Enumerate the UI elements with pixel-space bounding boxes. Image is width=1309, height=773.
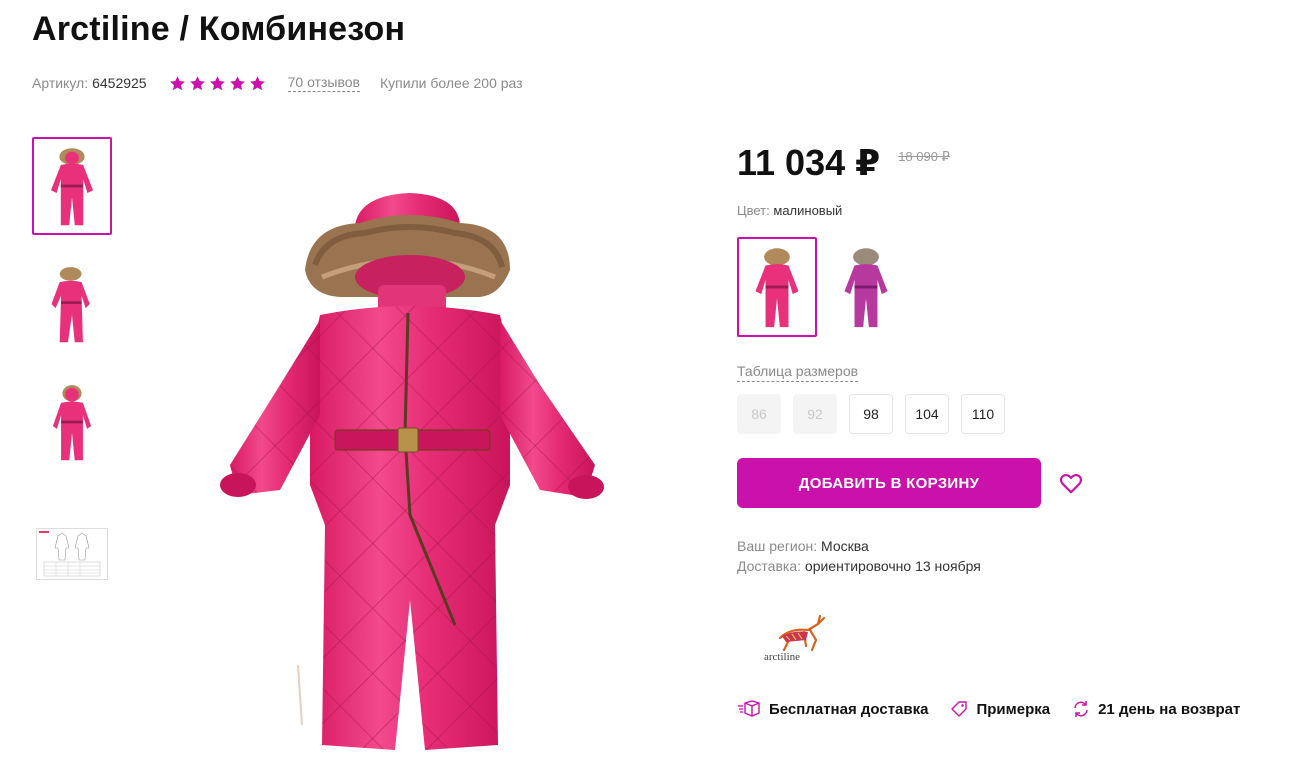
sku-label: Артикул: <box>32 75 89 91</box>
thumbnail-size-chart[interactable] <box>32 505 112 603</box>
delivery-info: Доставка: ориентировочно 13 ноября <box>737 558 981 574</box>
region-value[interactable]: Москва <box>821 538 869 554</box>
region-label: Ваш регион: <box>737 538 818 554</box>
rating-stars <box>169 75 266 92</box>
tag-icon <box>951 701 968 717</box>
heart-icon[interactable] <box>1058 470 1084 496</box>
reviews-link[interactable]: 70 отзывов <box>287 74 360 92</box>
add-to-cart-button[interactable]: ДОБАВИТЬ В КОРЗИНУ <box>737 458 1041 508</box>
jumpsuit-thumbnail-image <box>52 385 92 461</box>
size-option-86: 86 <box>737 394 781 434</box>
jumpsuit-swatch-image <box>755 248 799 328</box>
product-main-image[interactable] <box>210 185 610 755</box>
thumbnail-side[interactable] <box>32 255 112 353</box>
current-price: 11 034 ₽ <box>737 142 881 183</box>
feature-free-delivery: Бесплатная доставка <box>737 700 928 718</box>
product-meta: Артикул: 6452925 70 отзывов Купили более… <box>32 74 523 92</box>
size-selector: 86 92 98 104 110 <box>737 394 1005 434</box>
star-icon <box>229 75 245 90</box>
thumbnail-front[interactable] <box>32 137 112 235</box>
price-block: 11 034 ₽ 18 090 ₽ <box>737 142 950 184</box>
brand-logo-text: arctiline <box>764 651 800 663</box>
jumpsuit-thumbnail-image <box>51 267 90 343</box>
color-swatch-raspberry[interactable] <box>737 237 817 337</box>
star-icon <box>189 75 205 90</box>
jumpsuit-swatch-image <box>844 248 888 328</box>
thumbnail-back[interactable] <box>32 373 112 471</box>
delivery-value: ориентировочно 13 ноября <box>804 558 981 574</box>
size-chart-thumbnail-image <box>36 528 108 580</box>
size-option-110[interactable]: 110 <box>961 394 1005 434</box>
region-info: Ваш регион: Москва <box>737 538 869 554</box>
color-swatch-purple[interactable] <box>826 237 906 337</box>
bought-count: Купили более 200 раз <box>379 75 523 91</box>
star-icon <box>169 75 185 90</box>
product-title: Arctiline / Комбинезон <box>32 10 406 48</box>
color-info: Цвет: малиновый <box>737 203 842 218</box>
star-icon <box>249 75 265 90</box>
color-label: Цвет: <box>737 203 770 218</box>
size-table-link[interactable]: Таблица размеров <box>737 363 859 382</box>
feature-label: Примерка <box>976 700 1051 718</box>
star-icon <box>209 75 225 90</box>
color-value: малиновый <box>773 203 843 218</box>
feature-return: 21 день на возврат <box>1072 700 1240 718</box>
old-price: 18 090 ₽ <box>898 149 950 164</box>
feature-label: 21 день на возврат <box>1098 700 1241 718</box>
sku-value: 6452925 <box>92 75 147 91</box>
size-option-92: 92 <box>793 394 837 434</box>
feature-list: Бесплатная доставка Примерка 21 день на … <box>737 700 1262 718</box>
delivery-label: Доставка: <box>737 558 802 574</box>
jumpsuit-thumbnail-image <box>51 148 93 226</box>
size-option-104[interactable]: 104 <box>905 394 949 434</box>
feature-fitting: Примерка <box>950 700 1050 718</box>
return-icon <box>1074 701 1088 717</box>
feature-label: Бесплатная доставка <box>769 700 929 718</box>
size-option-98[interactable]: 98 <box>849 394 893 434</box>
brand-logo[interactable]: arctiline <box>760 610 840 670</box>
box-icon <box>738 700 760 717</box>
